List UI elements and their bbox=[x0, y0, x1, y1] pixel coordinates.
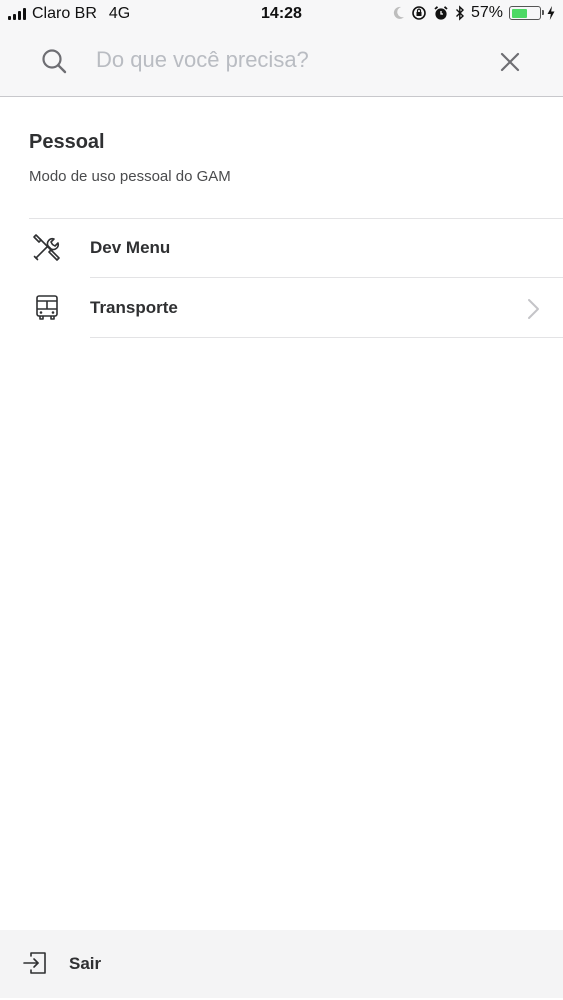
alarm-icon bbox=[434, 6, 448, 20]
battery-level bbox=[511, 8, 527, 18]
logout-button[interactable]: Sair bbox=[0, 930, 563, 998]
status-bar: Claro BR 4G 14:28 57% bbox=[0, 0, 563, 30]
menu-item-label: Dev Menu bbox=[90, 238, 171, 257]
menu-item-label: Transporte bbox=[90, 298, 178, 317]
logout-icon bbox=[23, 952, 46, 974]
menu-item-transporte[interactable]: Transporte bbox=[0, 279, 563, 338]
status-right: 57% bbox=[393, 4, 555, 22]
battery-percent: 57% bbox=[470, 4, 503, 21]
section-title: Pessoal bbox=[29, 131, 105, 153]
close-icon bbox=[500, 52, 520, 72]
bluetooth-icon bbox=[455, 5, 464, 21]
moon-icon bbox=[393, 6, 404, 19]
item-divider bbox=[90, 337, 563, 338]
search-input[interactable] bbox=[96, 44, 466, 76]
battery-icon bbox=[509, 6, 544, 20]
search-header bbox=[0, 30, 563, 97]
item-divider bbox=[90, 277, 563, 278]
tools-icon bbox=[33, 234, 60, 261]
chevron-right-icon bbox=[528, 299, 539, 319]
logout-label: Sair bbox=[69, 954, 102, 973]
search-icon[interactable] bbox=[40, 47, 68, 75]
section-subtitle: Modo de uso pessoal do GAM bbox=[29, 168, 231, 185]
charging-icon bbox=[547, 6, 555, 20]
menu-item-dev-menu[interactable]: Dev Menu bbox=[0, 219, 563, 278]
close-button[interactable] bbox=[494, 46, 526, 78]
bus-icon bbox=[36, 295, 58, 320]
rotation-lock-icon bbox=[412, 6, 426, 20]
